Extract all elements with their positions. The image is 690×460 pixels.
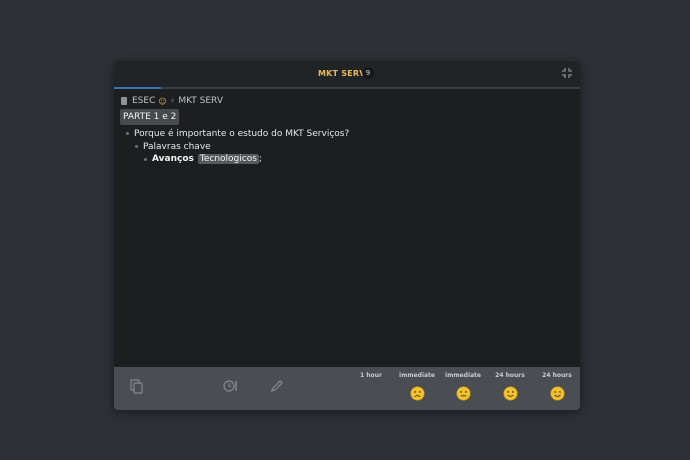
copy-icon[interactable] (130, 379, 144, 395)
grin-face-icon (549, 386, 565, 401)
rating-label: 24 hours (542, 372, 572, 379)
leaf-highlight-text: Tecnologicos (197, 154, 259, 164)
list-item: Avanços Tecnologicos ; (144, 152, 262, 166)
breadcrumb-current[interactable]: MKT SERV (178, 96, 223, 106)
progress-bar (114, 87, 580, 89)
bullet-icon (126, 132, 129, 135)
list-item: Porque é importante o estudo do MKT Serv… (126, 127, 349, 140)
frown-face-icon (409, 386, 425, 401)
neutral-face-icon (455, 386, 471, 401)
card-window: MKT SERV 9 ESEC ☺ › MKT SERV PARTE 1 e 2… (114, 61, 580, 410)
bottom-bar: 1 hour immediate immediate 24 hours 24 h… (114, 367, 580, 410)
rating-label: immediate (399, 372, 435, 379)
rating-label: 1 hour (360, 372, 382, 379)
rating-immediate-frown[interactable]: immediate (397, 371, 437, 405)
bullet-icon (135, 145, 138, 148)
section-heading: PARTE 1 e 2 (120, 109, 180, 125)
smile-icon: ☺ (158, 96, 167, 106)
bullet-icon (144, 157, 147, 161)
smile-face-icon (502, 386, 518, 401)
rating-label: 24 hours (495, 372, 525, 379)
leaf-bold-text: Avanços (152, 154, 194, 164)
collapse-icon[interactable] (561, 67, 573, 79)
rating-24-hours-grin[interactable]: 24 hours (537, 371, 577, 405)
document-icon (121, 97, 127, 105)
rating-label: immediate (445, 372, 481, 379)
deck-title: MKT SERV (318, 69, 366, 78)
leaf-tail-text: ; (258, 154, 262, 164)
count-badge: 9 (362, 67, 374, 79)
breadcrumb: ESEC ☺ › MKT SERV (121, 95, 223, 107)
top-bar: MKT SERV 9 (114, 61, 580, 87)
timer-icon[interactable] (223, 379, 239, 393)
subitem-text: Palavras chave (143, 141, 211, 152)
breadcrumb-separator: › (170, 96, 175, 106)
rating-24-hours-smile[interactable]: 24 hours (490, 371, 530, 405)
breadcrumb-root[interactable]: ESEC (132, 96, 155, 106)
edit-icon[interactable] (270, 379, 284, 393)
rating-1-hour[interactable]: 1 hour (351, 371, 391, 380)
progress-fill (114, 87, 161, 89)
question-text: Porque é importante o estudo do MKT Serv… (134, 128, 350, 139)
rating-immediate-neutral[interactable]: immediate (443, 371, 483, 405)
